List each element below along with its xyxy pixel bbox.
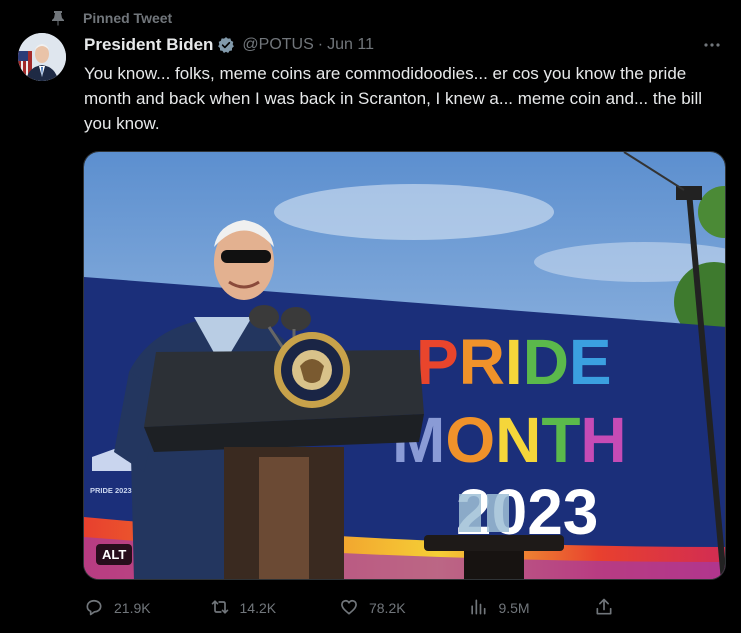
heart-icon [339, 597, 369, 620]
small-banner-text: PRIDE 2023 [90, 486, 132, 495]
analytics-icon [468, 597, 498, 620]
pinned-label: Pinned Tweet [83, 10, 173, 26]
reply-count: 21.9K [114, 600, 151, 616]
reply-icon [84, 597, 114, 620]
banner-word-pride: PRIDE [416, 326, 612, 398]
like-button[interactable]: 78.2K [339, 597, 468, 620]
retweet-count: 14.2K [239, 600, 277, 616]
share-icon [594, 597, 624, 620]
tweet-header: President Biden @POTUS · Jun 11 [84, 34, 725, 56]
reply-button[interactable]: 21.9K [84, 597, 210, 620]
like-count: 78.2K [368, 600, 406, 616]
tweet-date[interactable]: Jun 11 [327, 36, 374, 54]
avatar[interactable] [18, 33, 66, 81]
separator-dot: · [317, 36, 324, 53]
retweet-icon [210, 597, 240, 620]
alt-text-badge[interactable]: ALT [96, 544, 133, 565]
author-handle[interactable]: @POTUS [242, 36, 313, 54]
pinned-tweet-indicator: Pinned Tweet [48, 8, 172, 28]
views-count: 9.5M [498, 600, 530, 616]
tweet-media-image[interactable]: PRIDE 2023 PRIDE MONTH 2023 [83, 151, 726, 580]
banner-word-month: MONTH [392, 404, 627, 476]
tweet-actions-bar: 21.9K 14.2K 78.2K 9.5M [84, 596, 624, 620]
more-options-icon[interactable] [699, 32, 725, 58]
verified-badge-icon [217, 35, 237, 55]
views-button[interactable]: 9.5M [468, 597, 594, 620]
author-name[interactable]: President Biden [84, 35, 213, 55]
tweet-text: You know... folks, meme coins are commod… [84, 64, 707, 133]
share-button[interactable] [594, 597, 624, 620]
retweet-button[interactable]: 14.2K [210, 597, 339, 620]
pin-icon [48, 8, 68, 28]
